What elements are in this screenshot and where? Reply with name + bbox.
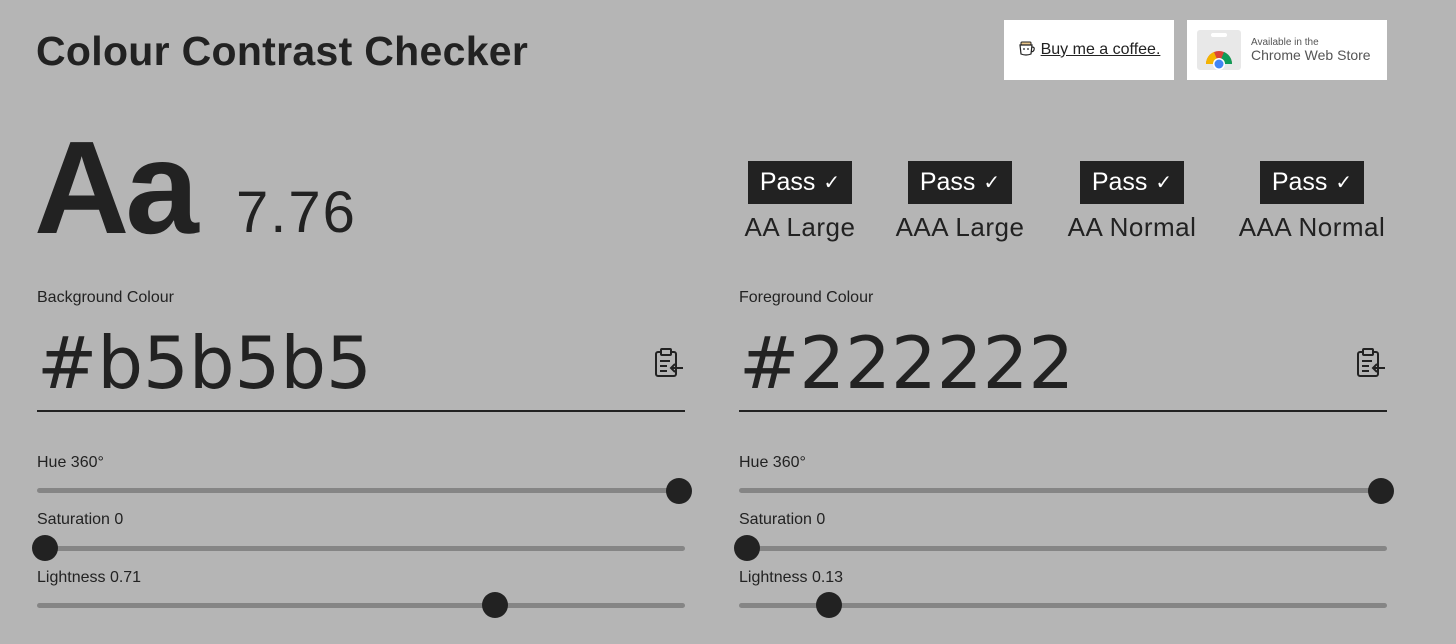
foreground-lightness-label: Lightness 0.13 <box>739 569 844 586</box>
background-colour-label: Background Colour <box>37 289 174 306</box>
pass-text: Pass <box>919 168 976 196</box>
background-hue-thumb[interactable] <box>666 478 692 504</box>
foreground-hue-slider[interactable] <box>739 488 1387 493</box>
check-icon: ✓ <box>1155 172 1173 194</box>
check-icon: ✓ <box>983 172 1001 194</box>
foreground-input-underline <box>739 410 1387 412</box>
foreground-hue-label: Hue 360° <box>739 454 806 471</box>
result-aaa-normal: Pass ✓ AAA Normal <box>1234 161 1390 242</box>
foreground-saturation-thumb[interactable] <box>734 535 760 561</box>
foreground-hex-input[interactable] <box>739 322 1339 404</box>
result-label: AA Normal <box>1067 212 1197 242</box>
contrast-ratio: 7.76 <box>236 180 357 245</box>
chrome-logo-icon <box>1197 30 1241 70</box>
check-icon: ✓ <box>1335 172 1353 194</box>
pass-badge: Pass ✓ <box>748 161 852 204</box>
background-lightness-slider[interactable] <box>37 603 685 608</box>
background-lightness-thumb[interactable] <box>482 592 509 618</box>
foreground-colour-label: Foreground Colour <box>739 289 874 306</box>
check-icon: ✓ <box>823 172 841 194</box>
page-title: Colour Contrast Checker <box>36 28 529 74</box>
sample-text: Aa <box>34 114 199 261</box>
background-lightness-label: Lightness 0.71 <box>37 569 142 586</box>
result-aa-normal: Pass ✓ AA Normal <box>1062 161 1202 242</box>
pass-badge: Pass ✓ <box>908 161 1012 204</box>
background-input-underline <box>37 410 685 412</box>
pass-text: Pass <box>1091 168 1148 196</box>
chrome-web-store-link[interactable]: Available in the Chrome Web Store <box>1187 20 1387 80</box>
buy-me-a-coffee-link[interactable]: Buy me a coffee. <box>1004 20 1174 80</box>
coffee-cup-icon <box>1018 40 1036 61</box>
background-saturation-slider[interactable] <box>37 546 685 551</box>
clipboard-paste-icon[interactable] <box>1355 347 1387 379</box>
foreground-lightness-thumb[interactable] <box>816 592 843 618</box>
clipboard-paste-icon[interactable] <box>653 347 685 379</box>
pass-badge: Pass ✓ <box>1080 161 1184 204</box>
background-hex-input[interactable] <box>37 322 637 404</box>
pass-badge: Pass ✓ <box>1260 161 1364 204</box>
result-label: AAA Large <box>895 212 1025 242</box>
pass-text: Pass <box>1271 168 1328 196</box>
pass-text: Pass <box>759 168 816 196</box>
result-aaa-large: Pass ✓ AAA Large <box>892 161 1028 242</box>
foreground-saturation-slider[interactable] <box>739 546 1387 551</box>
background-saturation-label: Saturation 0 <box>37 511 124 528</box>
buy-me-a-coffee-label: Buy me a coffee. <box>1040 41 1161 58</box>
store-name: Chrome Web Store <box>1251 46 1371 63</box>
result-aa-large: Pass ✓ AA Large <box>742 161 858 242</box>
result-label: AA Large <box>744 212 856 242</box>
background-hue-slider[interactable] <box>37 488 685 493</box>
background-hue-label: Hue 360° <box>37 454 104 471</box>
foreground-saturation-label: Saturation 0 <box>739 511 826 528</box>
foreground-hue-thumb[interactable] <box>1368 478 1394 504</box>
background-saturation-thumb[interactable] <box>32 535 58 561</box>
result-label: AAA Normal <box>1238 212 1386 242</box>
